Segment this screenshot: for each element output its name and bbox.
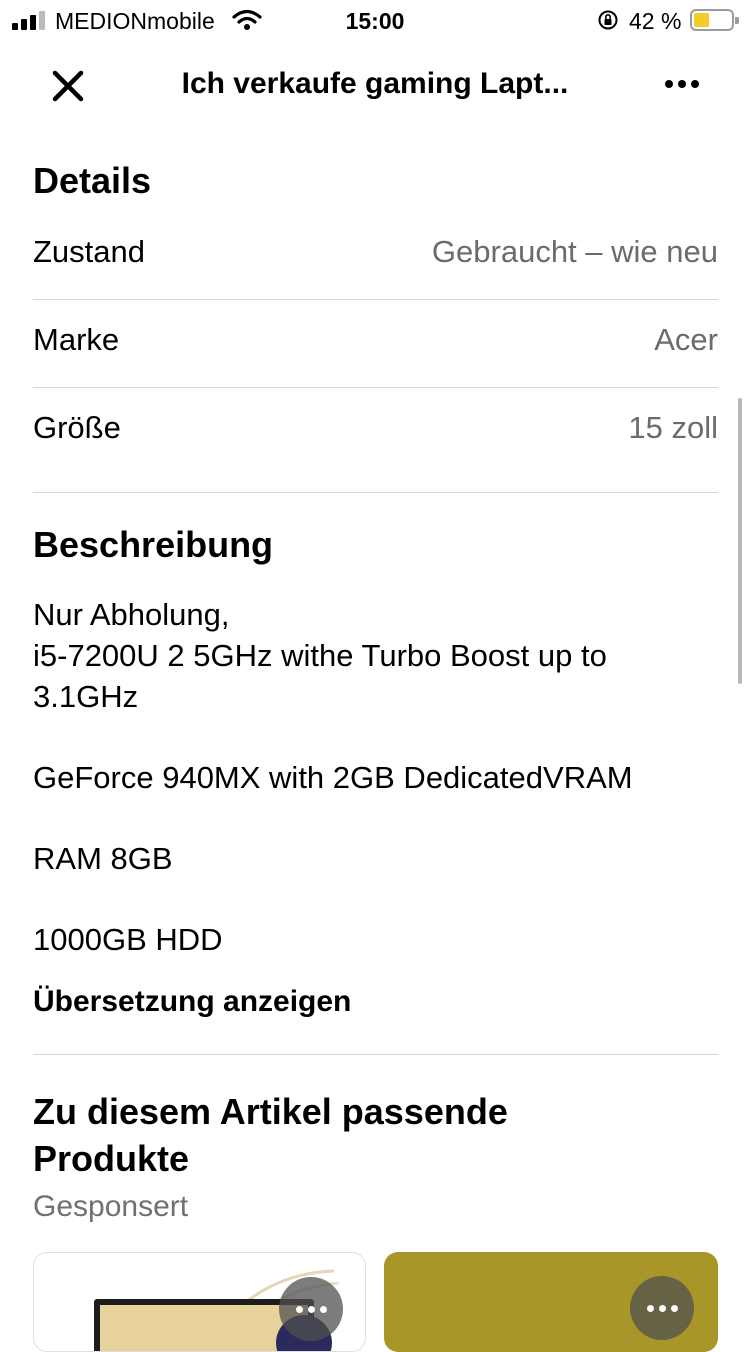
more-options-button[interactable] bbox=[660, 72, 704, 96]
dot-icon bbox=[670, 1304, 678, 1312]
detail-row-brand: Marke Acer bbox=[33, 300, 718, 388]
section-divider bbox=[33, 1054, 718, 1055]
status-bar: MEDIONmobile 15:00 42 % bbox=[0, 0, 750, 40]
scrollbar[interactable] bbox=[738, 398, 742, 684]
detail-value: Gebraucht – wie neu bbox=[431, 234, 718, 269]
page-title: Ich verkaufe gaming Lapt... bbox=[181, 67, 569, 100]
detail-label: Marke bbox=[33, 322, 120, 357]
battery-icon bbox=[690, 9, 739, 31]
detail-value: 15 zoll bbox=[628, 410, 718, 445]
show-translation-link[interactable]: Übersetzung anzeigen bbox=[33, 985, 351, 1019]
battery-percent: 42 % bbox=[629, 8, 682, 34]
dot-icon bbox=[319, 1305, 327, 1313]
close-icon[interactable] bbox=[48, 66, 88, 106]
description-line: 1000GB HDD bbox=[33, 922, 223, 957]
description-line: i5-7200U 2 5GHz withe Turbo Boost up to … bbox=[33, 638, 607, 714]
product-card[interactable] bbox=[33, 1252, 366, 1352]
rotation-lock-icon bbox=[598, 10, 618, 30]
product-more-button[interactable] bbox=[630, 1276, 694, 1340]
related-products-heading: Zu diesem Artikel passende Produkte bbox=[33, 1091, 508, 1179]
description-line: GeForce 940MX with 2GB DedicatedVRAM bbox=[33, 760, 633, 795]
dot-icon bbox=[307, 1305, 315, 1313]
product-card[interactable] bbox=[384, 1252, 718, 1352]
dot-icon bbox=[646, 1304, 654, 1312]
details-heading: Details bbox=[33, 160, 152, 201]
detail-label: Größe bbox=[33, 410, 121, 445]
detail-label: Zustand bbox=[33, 234, 146, 269]
dot-icon bbox=[678, 80, 686, 88]
dot-icon bbox=[295, 1305, 303, 1313]
detail-value: Acer bbox=[654, 322, 718, 357]
detail-row-size: Größe 15 zoll bbox=[33, 388, 718, 493]
dot-icon bbox=[665, 80, 673, 88]
description-heading: Beschreibung bbox=[33, 524, 274, 565]
detail-row-condition: Zustand Gebraucht – wie neu bbox=[33, 212, 718, 300]
dot-icon bbox=[691, 80, 699, 88]
dot-icon bbox=[658, 1304, 666, 1312]
nav-bar: Ich verkaufe gaming Lapt... bbox=[0, 50, 750, 120]
description-line: Nur Abholung, bbox=[33, 597, 230, 632]
description-line: RAM 8GB bbox=[33, 841, 173, 876]
sponsored-label: Gesponsert bbox=[33, 1190, 189, 1223]
product-more-button[interactable] bbox=[279, 1277, 343, 1341]
